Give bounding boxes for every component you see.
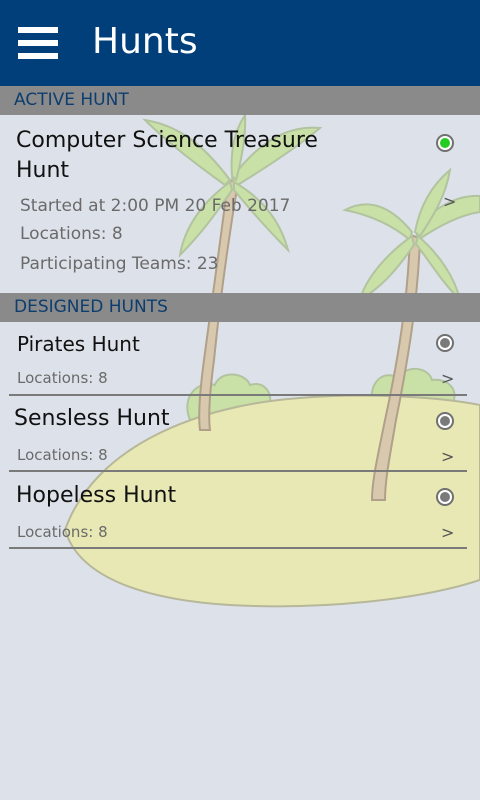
hunt-title: Sensless Hunt <box>14 406 170 431</box>
menu-icon[interactable] <box>18 27 58 61</box>
active-hunt-section-header: ACTIVE HUNT <box>0 86 480 115</box>
designed-hunts-section-header: DESIGNED HUNTS <box>0 293 480 322</box>
hunt-locations: Locations: 8 <box>17 369 108 387</box>
active-hunt-section-label: ACTIVE HUNT <box>14 90 129 110</box>
hunt-status-radio-icon <box>436 488 454 506</box>
hunt-status-radio-icon <box>436 334 454 352</box>
app-bar: Hunts <box>0 0 480 86</box>
designed-hunts-list: Pirates Hunt Locations: 8 > Sensless Hun… <box>0 0 480 800</box>
hunt-status-radio-icon <box>436 412 454 430</box>
chevron-right-icon: > <box>441 523 455 542</box>
hunt-locations: Locations: 8 <box>17 446 108 464</box>
hunt-locations: Locations: 8 <box>17 523 108 541</box>
chevron-right-icon: > <box>441 447 455 466</box>
row-divider <box>9 547 467 549</box>
designed-hunts-section-label: DESIGNED HUNTS <box>14 297 168 317</box>
hunt-title: Hopeless Hunt <box>16 483 177 508</box>
page-title: Hunts <box>92 21 198 62</box>
chevron-right-icon: > <box>441 369 455 388</box>
hunt-title: Pirates Hunt <box>17 332 140 356</box>
